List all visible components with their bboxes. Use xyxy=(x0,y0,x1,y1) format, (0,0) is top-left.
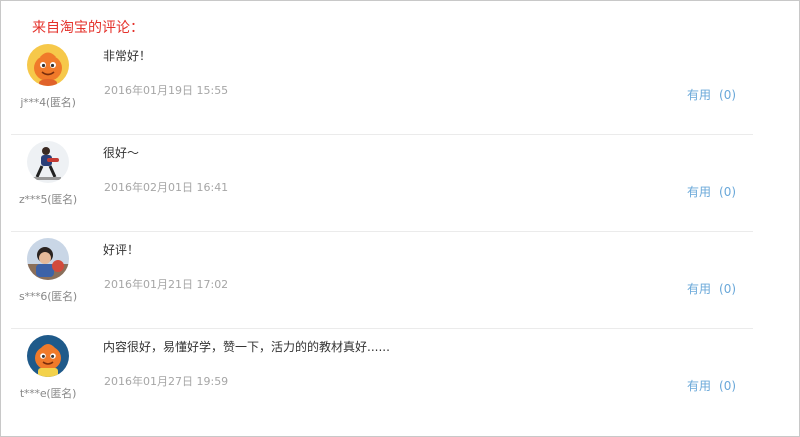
review-username: s***6(匿名) xyxy=(18,290,77,303)
review-username: j***4(匿名) xyxy=(20,96,76,109)
useful-label: 有用 xyxy=(687,185,712,199)
review-content: 很好～ xyxy=(103,146,140,160)
review-item: t***e(匿名) 内容很好，易懂好学，赞一下，活力的的教材真好...... 2… xyxy=(11,328,753,425)
section-title: 来自淘宝的评论： xyxy=(32,20,144,36)
review-item: j***4(匿名) 非常好！ 2016年01月19日 15:55 有用 (0) xyxy=(11,37,753,135)
review-date: 2016年01月21日 17:02 xyxy=(104,278,229,291)
review-date: 2016年01月19日 15:55 xyxy=(104,84,229,97)
useful-count: (0) xyxy=(719,88,737,102)
useful-count: (0) xyxy=(719,282,737,296)
review-content: 内容很好，易懂好学，赞一下，活力的的教材真好...... xyxy=(103,340,390,354)
person-photo-avatar-icon[interactable] xyxy=(27,141,69,183)
orange-mascot-dark-avatar-icon[interactable] xyxy=(27,335,69,377)
useful-button[interactable]: 有用 (0) xyxy=(687,183,736,200)
useful-button[interactable]: 有用 (0) xyxy=(687,86,736,103)
review-username: z***5(匿名) xyxy=(18,193,78,206)
review-date: 2016年01月27日 19:59 xyxy=(104,375,229,388)
review-date: 2016年02月01日 16:41 xyxy=(104,181,229,194)
useful-count: (0) xyxy=(719,379,737,393)
child-photo-avatar-icon[interactable] xyxy=(27,238,69,280)
useful-count: (0) xyxy=(719,185,737,199)
useful-button[interactable]: 有用 (0) xyxy=(687,377,736,394)
useful-label: 有用 xyxy=(687,88,712,102)
useful-button[interactable]: 有用 (0) xyxy=(687,280,736,297)
review-content: 非常好！ xyxy=(103,49,152,63)
useful-label: 有用 xyxy=(687,282,712,296)
reviews-panel: 来自淘宝的评论： j***4(匿名) 非常好！ 2016年01月19日 15:5… xyxy=(0,0,800,437)
orange-mascot-avatar-icon[interactable] xyxy=(27,44,69,86)
review-username: t***e(匿名) xyxy=(19,387,77,400)
review-content: 好评！ xyxy=(103,243,140,257)
review-item: z***5(匿名) 很好～ 2016年02月01日 16:41 有用 (0) xyxy=(11,134,753,232)
review-item: s***6(匿名) 好评！ 2016年01月21日 17:02 有用 (0) xyxy=(11,231,753,329)
useful-label: 有用 xyxy=(687,379,712,393)
